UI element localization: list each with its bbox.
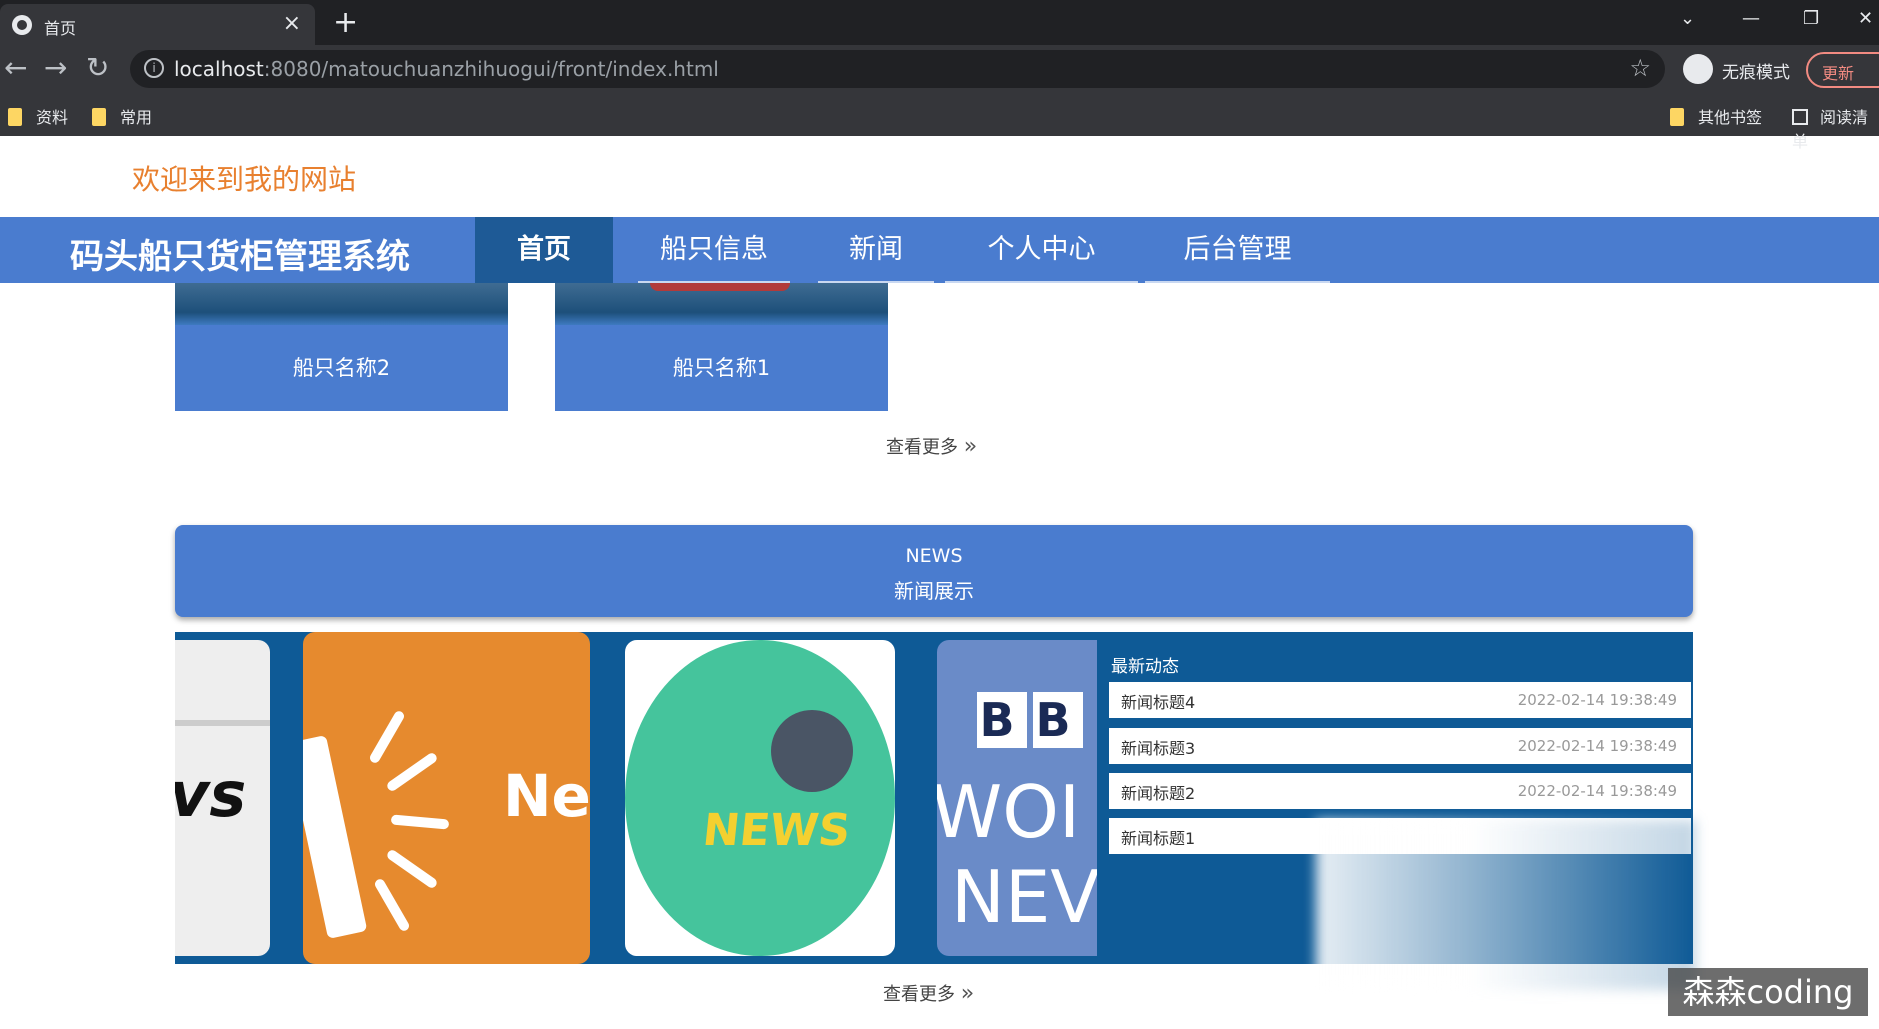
star-icon[interactable]: ☆ bbox=[1629, 54, 1651, 82]
nav-ship-info[interactable]: 船只信息 bbox=[638, 217, 790, 283]
window-close-icon[interactable]: ✕ bbox=[1858, 6, 1873, 32]
megaphone-icon bbox=[303, 735, 368, 939]
other-bookmarks[interactable]: 其他书签 bbox=[1670, 104, 1762, 128]
browser-chrome: 首页 × + ⌄ — ❐ ✕ ← → ↻ i localhost:8080/ma… bbox=[0, 0, 1879, 151]
news-list-item[interactable]: 新闻标题2 2022-02-14 19:38:49 bbox=[1109, 773, 1691, 809]
site-title: 码头船只货柜管理系统 bbox=[70, 237, 410, 277]
microphone-icon bbox=[771, 710, 853, 792]
blurred-overlay bbox=[1316, 820, 1696, 990]
double-chevron-right-icon: » bbox=[963, 434, 978, 459]
tab-strip: 首页 × + ⌄ — ❐ ✕ bbox=[0, 0, 1879, 45]
reading-list[interactable]: 阅读清单 bbox=[1792, 104, 1879, 152]
folder-icon bbox=[1670, 108, 1684, 126]
latest-news-title: 最新动态 bbox=[1111, 657, 1179, 677]
nav-user-center[interactable]: 个人中心 bbox=[945, 217, 1138, 283]
news-more-link[interactable]: 查看更多 » bbox=[883, 980, 974, 1006]
news-thumbnail[interactable]: BB WOI NEV bbox=[937, 640, 1097, 956]
ship-photo bbox=[175, 283, 508, 325]
address-bar[interactable]: i localhost:8080/matouchuanzhihuogui/fro… bbox=[130, 50, 1665, 88]
welcome-text: 欢迎来到我的网站 bbox=[132, 163, 357, 196]
restore-icon[interactable]: ❐ bbox=[1803, 6, 1819, 32]
url-text: localhost:8080/matouchuanzhihuogui/front… bbox=[174, 57, 719, 81]
reload-icon[interactable]: ↻ bbox=[86, 52, 109, 84]
news-section-header: NEWS 新闻展示 bbox=[175, 525, 1693, 617]
bookmark-folder[interactable]: 资料 bbox=[8, 104, 68, 128]
ships-more-link[interactable]: 查看更多 » bbox=[886, 433, 977, 459]
folder-icon bbox=[92, 108, 106, 126]
news-list-item[interactable]: 新闻标题3 2022-02-14 19:38:49 bbox=[1109, 728, 1691, 764]
news-header-cn: 新闻展示 bbox=[894, 579, 974, 603]
info-icon[interactable]: i bbox=[144, 58, 164, 78]
news-thumbnail[interactable]: vs bbox=[175, 640, 270, 956]
main-nav: 码头船只货柜管理系统 首页 船只信息 新闻 个人中心 后台管理 bbox=[0, 217, 1879, 283]
globe-icon bbox=[12, 15, 32, 35]
tab-title: 首页 bbox=[44, 19, 77, 38]
incognito-icon[interactable] bbox=[1683, 54, 1713, 84]
news-list-item[interactable]: 新闻标题4 2022-02-14 19:38:49 bbox=[1109, 682, 1691, 718]
back-arrow-icon[interactable]: ← bbox=[4, 52, 27, 84]
ship-name: 船只名称2 bbox=[175, 325, 508, 411]
nav-admin[interactable]: 后台管理 bbox=[1145, 217, 1330, 283]
forward-arrow-icon[interactable]: → bbox=[44, 52, 67, 84]
bookmark-folder[interactable]: 常用 bbox=[92, 104, 152, 128]
close-icon[interactable]: × bbox=[283, 11, 301, 37]
news-header-en: NEWS bbox=[905, 545, 963, 567]
incognito-label[interactable]: 无痕模式 bbox=[1722, 58, 1790, 83]
reading-list-icon bbox=[1792, 109, 1808, 125]
update-button[interactable]: 更新 bbox=[1806, 52, 1879, 88]
nav-news[interactable]: 新闻 bbox=[818, 217, 934, 283]
browser-tab[interactable]: 首页 × bbox=[0, 4, 315, 45]
folder-icon bbox=[8, 108, 22, 126]
ship-card[interactable]: 船只名称1 bbox=[555, 283, 888, 411]
ship-card[interactable]: 船只名称2 bbox=[175, 283, 508, 411]
news-thumbnail[interactable]: Ne bbox=[303, 632, 590, 964]
url-host: localhost bbox=[174, 57, 264, 81]
bookmarks-bar: 资料 常用 其他书签 阅读清单 bbox=[0, 96, 1879, 151]
watermark: 森森coding bbox=[1668, 968, 1868, 1016]
plus-icon[interactable]: + bbox=[333, 6, 358, 40]
ship-name: 船只名称1 bbox=[555, 325, 888, 411]
news-thumbnail[interactable]: NEWS bbox=[625, 640, 895, 956]
minimize-icon[interactable]: — bbox=[1742, 6, 1760, 32]
nav-home[interactable]: 首页 bbox=[475, 217, 613, 283]
double-chevron-right-icon: » bbox=[960, 981, 975, 1006]
ship-photo bbox=[555, 283, 888, 325]
url-path: :8080/matouchuanzhihuogui/front/index.ht… bbox=[263, 57, 719, 81]
chevron-down-icon[interactable]: ⌄ bbox=[1680, 6, 1695, 32]
